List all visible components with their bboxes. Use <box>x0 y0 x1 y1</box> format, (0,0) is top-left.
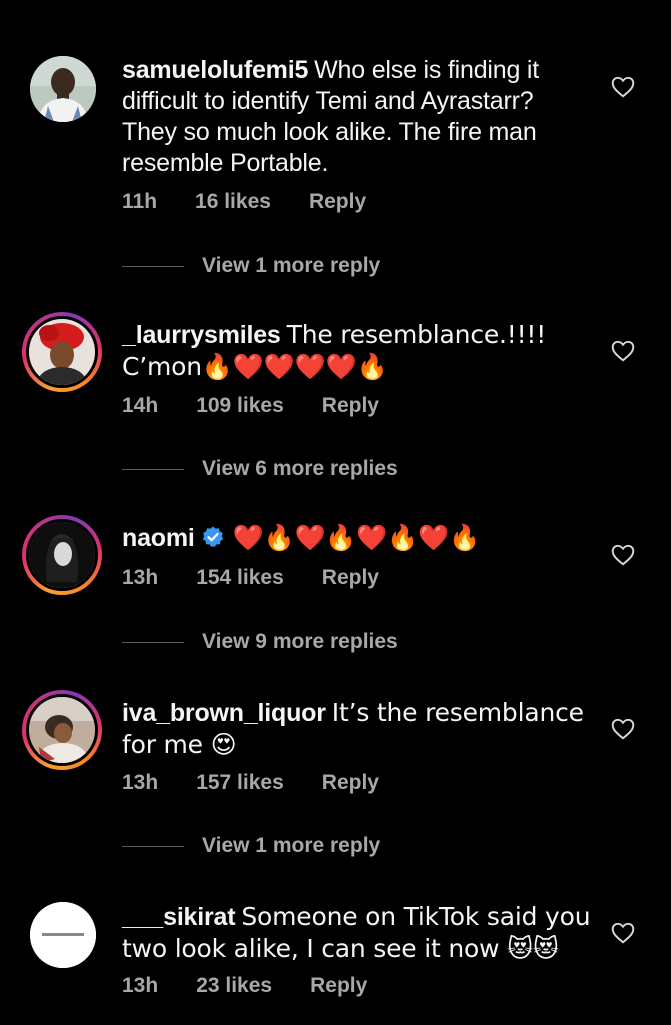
comment-likes[interactable]: 23 likes <box>196 974 272 998</box>
divider-line <box>122 845 184 847</box>
view-replies-label: View 6 more replies <box>202 457 398 480</box>
comment-username[interactable]: iva_brown_liquor <box>122 699 326 727</box>
heart-outline-icon[interactable] <box>610 716 636 742</box>
view-replies-button[interactable]: View 6 more replies <box>122 457 398 481</box>
comment-likes[interactable]: 154 likes <box>196 566 284 590</box>
comment-meta: 13h 154 likes Reply <box>122 566 379 590</box>
comment-time: 13h <box>122 566 159 589</box>
comment-message: ❤️🔥❤️🔥❤️🔥❤️🔥 <box>232 523 481 552</box>
avatar-image <box>26 519 98 591</box>
divider-line <box>122 641 184 643</box>
comment-time: 13h <box>122 974 159 997</box>
reply-button[interactable]: Reply <box>310 974 367 998</box>
view-replies-label: View 1 more reply <box>202 254 381 277</box>
divider-line <box>122 265 184 267</box>
reply-button[interactable]: Reply <box>322 394 379 418</box>
comment-meta: 11h 16 likes Reply <box>122 190 366 214</box>
comment-username[interactable]: naomi <box>122 524 195 552</box>
comment-likes[interactable]: 109 likes <box>196 394 284 418</box>
avatar-image <box>26 316 98 388</box>
verified-badge-icon <box>202 526 223 547</box>
view-replies-button[interactable]: View 1 more reply <box>122 254 380 278</box>
view-replies-button[interactable]: View 9 more replies <box>122 630 398 654</box>
heart-outline-icon[interactable] <box>610 542 636 568</box>
avatar[interactable] <box>30 56 96 122</box>
comment-time: 14h <box>122 394 159 417</box>
comment-username[interactable]: samuelolufemi5 <box>122 56 308 84</box>
reply-button[interactable]: Reply <box>309 190 366 214</box>
comment-time: 13h <box>122 771 159 794</box>
heart-outline-icon[interactable] <box>610 74 636 100</box>
reply-button[interactable]: Reply <box>322 566 379 590</box>
avatar-image <box>30 902 96 968</box>
comment-meta: 13h 23 likes Reply <box>122 974 367 998</box>
comment-time: 11h <box>122 190 158 213</box>
heart-outline-icon[interactable] <box>610 338 636 364</box>
comment-body: naomi ❤️🔥❤️🔥❤️🔥❤️🔥 <box>122 522 592 554</box>
comment-meta: 13h 157 likes Reply <box>122 771 379 795</box>
heart-outline-icon[interactable] <box>610 920 636 946</box>
comment-body: _laurrysmiles The resemblance.!!!! C’mon🔥… <box>122 319 592 383</box>
comment-likes[interactable]: 16 likes <box>195 190 271 214</box>
view-replies-label: View 9 more replies <box>202 630 398 653</box>
view-replies-button[interactable]: View 1 more reply <box>122 834 380 858</box>
avatar[interactable] <box>30 902 96 968</box>
divider-line <box>122 468 184 470</box>
view-replies-label: View 1 more reply <box>202 834 381 857</box>
avatar[interactable] <box>22 312 102 392</box>
avatar[interactable] <box>22 515 102 595</box>
comment-likes[interactable]: 157 likes <box>196 771 284 795</box>
comment-username[interactable]: _laurrysmiles <box>122 321 281 349</box>
avatar-image <box>26 694 98 766</box>
comment-meta: 14h 109 likes Reply <box>122 394 379 418</box>
comment-username[interactable]: ___sikirat <box>122 903 236 931</box>
avatar[interactable] <box>22 690 102 770</box>
reply-button[interactable]: Reply <box>322 771 379 795</box>
comment-body: samuelolufemi5 Who else is finding it dif… <box>122 55 592 179</box>
comment-body: iva_brown_liquor It’s the resemblance for… <box>122 697 592 761</box>
comment-body: ___sikirat Someone on TikTok said you two… <box>122 901 592 965</box>
